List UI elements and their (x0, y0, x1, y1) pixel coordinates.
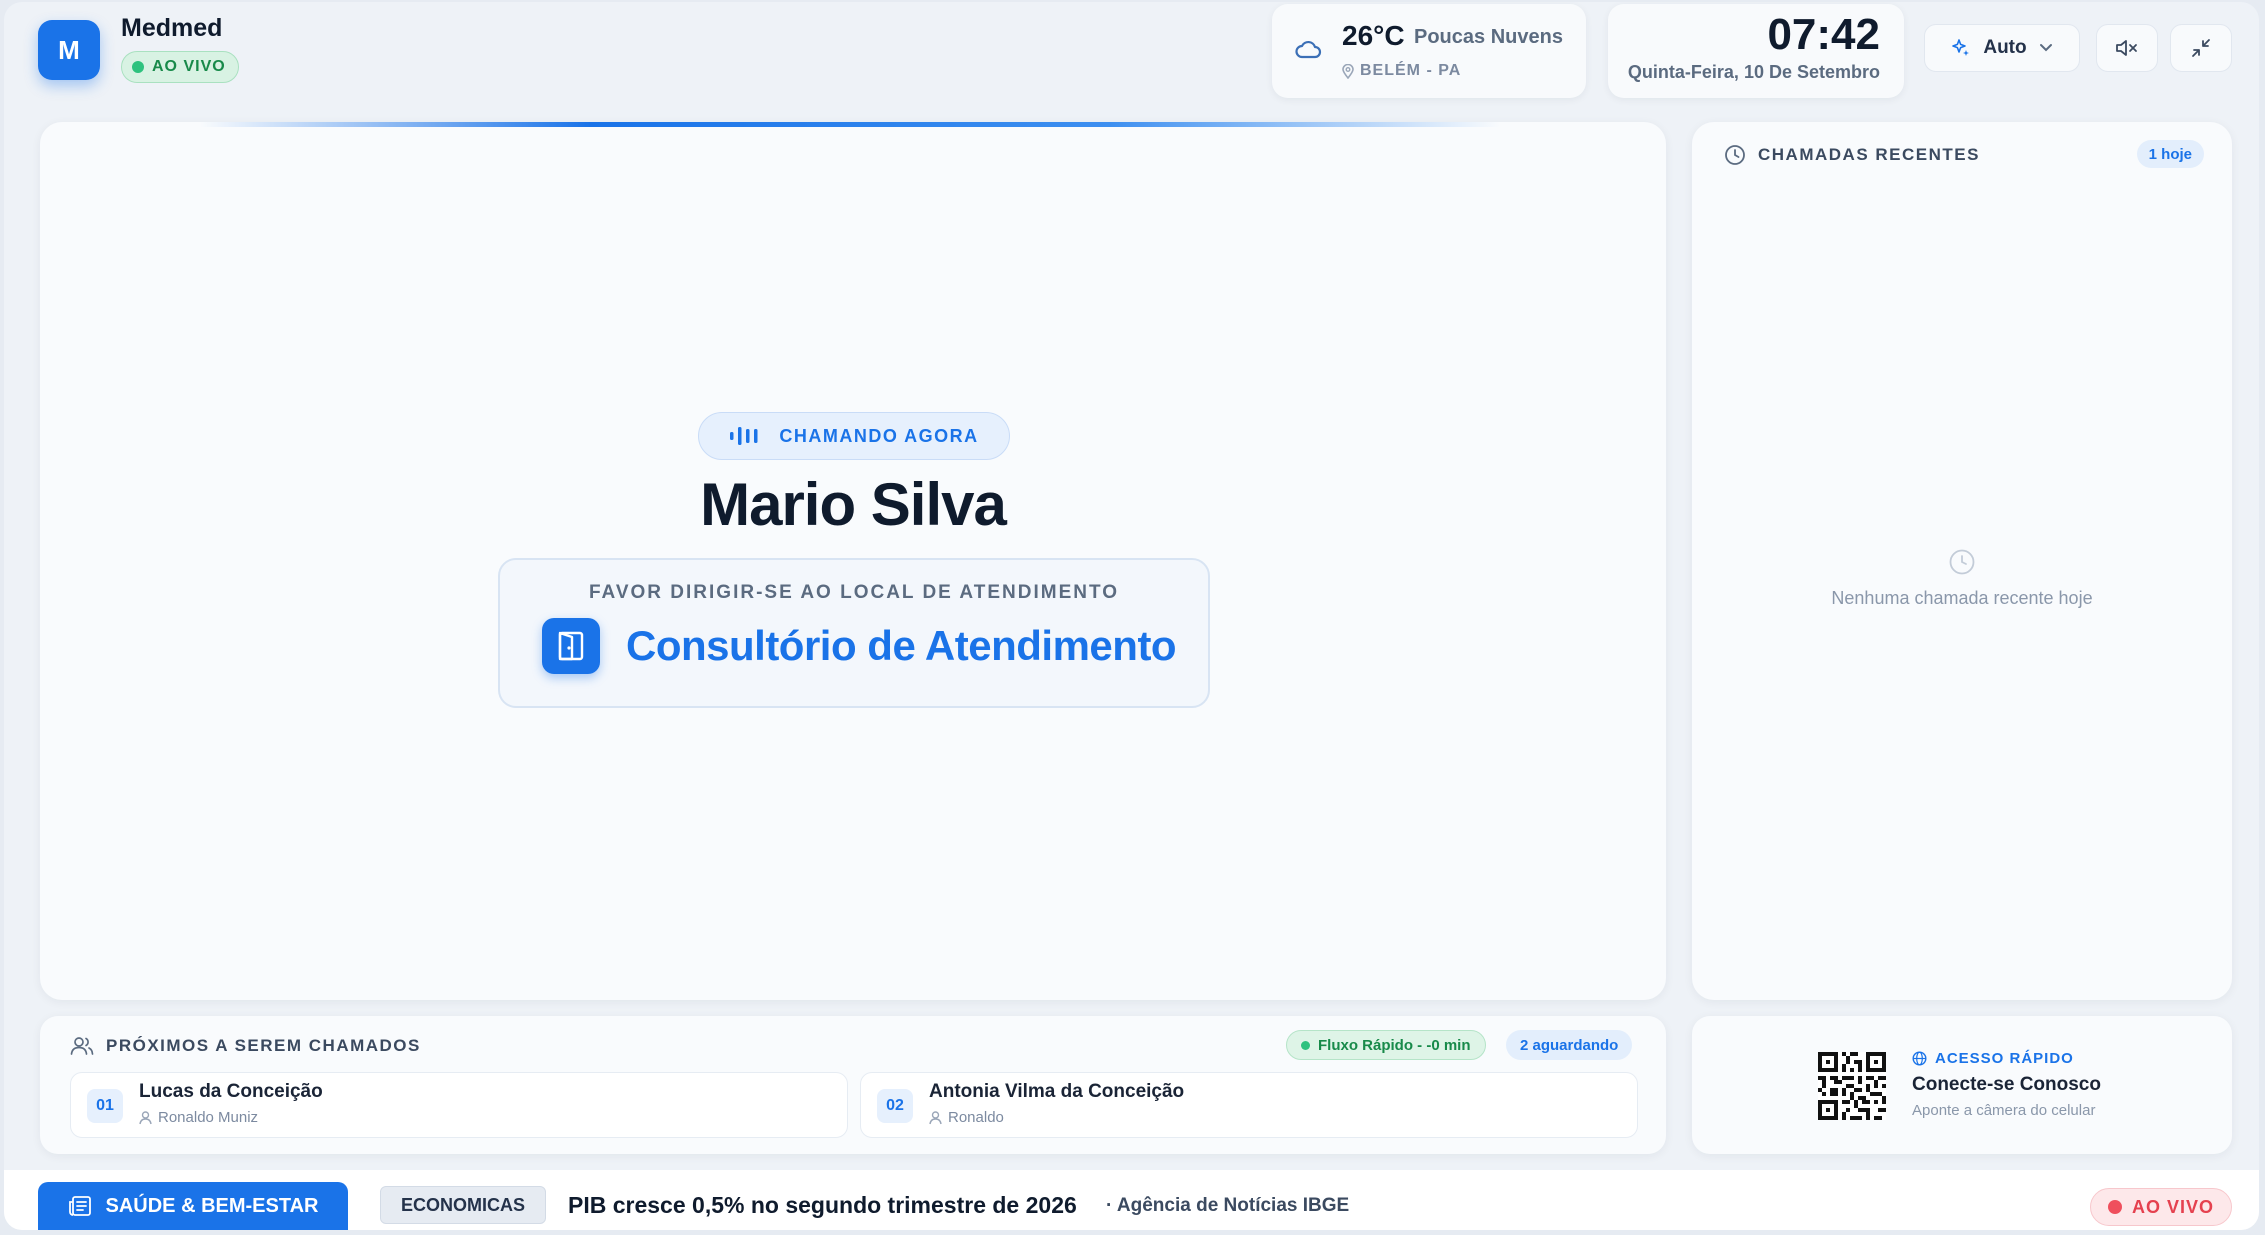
calling-now-badge: CHAMANDO AGORA (698, 412, 1010, 460)
recent-calls-title: CHAMADAS RECENTES (1758, 145, 1980, 164)
ticker-headline: PIB cresce 0,5% no segundo trimestre de … (568, 1192, 1077, 1218)
weather-card: 26°C Poucas Nuvens BELÉM - PA (1272, 4, 1586, 98)
users-icon (70, 1037, 94, 1055)
recent-count-badge: 1 hoje (2136, 140, 2204, 168)
weather-condition: Poucas Nuvens (1414, 26, 1563, 48)
queue-doctor: Ronaldo Muniz (139, 1109, 258, 1126)
user-icon (139, 1110, 152, 1124)
queue-item: 01 Lucas da Conceição Ronaldo Muniz (70, 1072, 848, 1138)
chevron-down-icon (2039, 44, 2052, 52)
clock-icon (1725, 145, 1745, 165)
flow-status-label: Fluxo Rápido - -0 min (1318, 1036, 1471, 1054)
location-label: BELÉM - PA (1360, 62, 1462, 79)
brand-logo: M (38, 20, 100, 80)
quick-access-panel: ACESSO RÁPIDO Conecte-se Conosco Aponte … (1692, 1016, 2232, 1154)
cloud-icon (1295, 40, 1322, 59)
location-pin-icon (1342, 63, 1354, 79)
ticker-tag: ECONOMICAS (380, 1186, 547, 1224)
quick-access-title: Conecte-se Conosco (1912, 1074, 2101, 1095)
live-dot-icon (132, 61, 144, 73)
queue-item: 02 Antonia Vilma da Conceição Ronaldo (860, 1072, 1638, 1138)
sparkle-icon (1952, 39, 1970, 56)
waiting-count-badge: 2 aguardando (1506, 1030, 1633, 1060)
display-mode-button[interactable]: Auto (1924, 24, 2080, 72)
live-status-label: AO VIVO (152, 58, 226, 75)
user-icon (929, 1110, 942, 1124)
destination-instruction: FAVOR DIRIGIR-SE AO LOCAL DE ATENDIMENTO (588, 582, 1120, 603)
quick-access-label-text: ACESSO RÁPIDO (1935, 1050, 2074, 1067)
brand-name: Medmed (121, 14, 223, 42)
door-icon (542, 618, 600, 674)
newspaper-icon (68, 1196, 91, 1216)
ticker-live-label: AO VIVO (2131, 1196, 2214, 1217)
clock-time: 07:42 (1767, 10, 1880, 59)
queue-doctor: Ronaldo (929, 1109, 1004, 1126)
live-status-badge: AO VIVO (121, 51, 239, 83)
clock-date: Quinta-Feira, 10 De Setembro (1627, 62, 1880, 82)
speaker-muted-icon (2116, 40, 2137, 56)
queue-patient-name: Lucas da Conceição (139, 1081, 323, 1102)
live-red-dot-icon (2107, 1200, 2122, 1214)
queue-number: 01 (87, 1089, 123, 1123)
quick-access-label: ACESSO RÁPIDO (1912, 1050, 2074, 1067)
current-call-panel: CHAMANDO AGORA Mario Silva FAVOR DIRIGIR… (40, 122, 1666, 1000)
screen: M Medmed AO VIVO 26°C Poucas Nuvens BELÉ… (4, 2, 2259, 1230)
next-queue-title: PRÓXIMOS A SEREM CHAMADOS (106, 1036, 421, 1055)
globe-icon (1912, 1051, 1927, 1066)
recent-empty-message: Nenhuma chamada recente hoje (1831, 588, 2093, 608)
news-ticker: SAÚDE & BEM-ESTAR ECONOMICAS PIB cresce … (4, 1170, 2259, 1230)
next-queue-header: PRÓXIMOS A SEREM CHAMADOS (70, 1036, 421, 1056)
queue-doctor-name: Ronaldo Muniz (158, 1109, 259, 1126)
queue-patient-name: Antonia Vilma da Conceição (929, 1081, 1185, 1102)
minimize-button[interactable] (2170, 24, 2232, 72)
display-mode-label: Auto (1983, 37, 2027, 58)
ticker-category-label: SAÚDE & BEM-ESTAR (105, 1194, 319, 1217)
flow-status-badge: Fluxo Rápido - -0 min (1286, 1030, 1486, 1060)
queue-number: 02 (877, 1089, 913, 1123)
collapse-icon (2192, 39, 2210, 57)
quick-access-subtitle: Aponte a câmera do celular (1912, 1102, 2096, 1119)
accent-bar (200, 122, 1500, 127)
destination-name: Consultório de Atendimento (626, 622, 1177, 669)
ticker-live-badge: AO VIVO (2090, 1188, 2232, 1226)
flow-dot-icon (1301, 1040, 1310, 1050)
qr-code-icon[interactable] (1818, 1052, 1886, 1120)
clock-card: 07:42 Quinta-Feira, 10 De Setembro (1608, 4, 1904, 98)
recent-calls-header: CHAMADAS RECENTES (1724, 144, 1980, 166)
recent-calls-panel: CHAMADAS RECENTES 1 hoje Nenhuma chamada… (1692, 122, 2232, 1000)
mute-button[interactable] (2096, 24, 2158, 72)
destination-box: FAVOR DIRIGIR-SE AO LOCAL DE ATENDIMENTO… (498, 558, 1210, 708)
called-patient-name: Mario Silva (700, 471, 1007, 538)
temperature: 26°C (1342, 20, 1405, 51)
ticker-category: SAÚDE & BEM-ESTAR (38, 1182, 348, 1230)
ticker-source: · Agência de Notícias IBGE (1106, 1195, 1350, 1216)
next-queue-panel: PRÓXIMOS A SEREM CHAMADOS Fluxo Rápido -… (40, 1016, 1666, 1154)
calling-now-label: CHAMANDO AGORA (779, 425, 979, 446)
weather-location: BELÉM - PA (1342, 62, 1461, 80)
sound-wave-icon (730, 427, 758, 445)
empty-clock-icon (1949, 549, 1975, 575)
queue-doctor-name: Ronaldo (948, 1109, 1004, 1126)
